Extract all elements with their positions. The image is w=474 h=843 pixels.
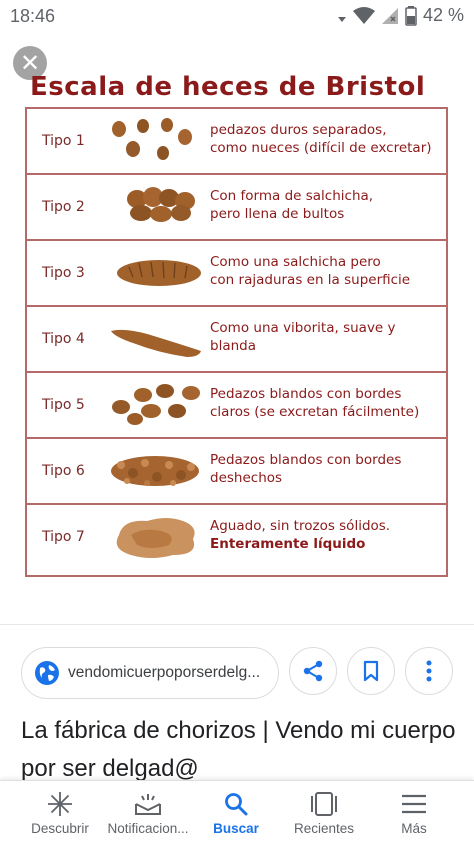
row-label: Tipo 1 bbox=[42, 133, 85, 149]
type1-stool-illustration bbox=[112, 118, 192, 160]
image-title: Escala de heces de Bristol bbox=[30, 72, 426, 102]
description-line: Como una viborita, suave y bbox=[210, 320, 396, 336]
nav-more[interactable]: Más bbox=[367, 781, 461, 843]
type4-stool-illustration bbox=[111, 329, 201, 357]
row-description: Pedazos blandos con bordes claros (se ex… bbox=[210, 385, 445, 421]
share-button[interactable] bbox=[289, 647, 337, 695]
description-line: claros (se excretan fácilmente) bbox=[210, 404, 420, 420]
source-domain: vendomicuerpoporserdelg... bbox=[68, 664, 261, 681]
status-time: 18:46 bbox=[10, 6, 56, 26]
nav-recents[interactable]: Recientes bbox=[277, 781, 371, 843]
type7-stool-illustration bbox=[116, 518, 195, 558]
table-row: Tipo 6 Pedazos blandos con bordes deshec… bbox=[27, 439, 446, 505]
row-label: Tipo 6 bbox=[42, 463, 85, 479]
nav-label: Recientes bbox=[293, 821, 355, 836]
description-line: Pedazos blandos con bordes bbox=[210, 386, 402, 402]
description-line: pero llena de bultos bbox=[210, 206, 345, 222]
description-line: con rajaduras en la superficie bbox=[210, 272, 411, 288]
description-bold-line: Enteramente líquido bbox=[210, 536, 366, 552]
image-viewer[interactable]: ✕ Escala de heces de Bristol Tipo 1 peda… bbox=[0, 34, 474, 624]
nav-label: Descubrir bbox=[31, 821, 89, 836]
table-row: Tipo 5 Pedazos blandos con bordes claros… bbox=[27, 373, 446, 439]
nav-notifications[interactable]: Notificacion... bbox=[101, 781, 195, 843]
status-bar: 18:46 42 % bbox=[0, 0, 474, 34]
more-vert-icon bbox=[426, 660, 432, 682]
row-label: Tipo 3 bbox=[42, 265, 85, 281]
recent-tabs-icon bbox=[311, 792, 337, 816]
table-row: Tipo 7 Aguado, sin trozos sólidos. Enter… bbox=[27, 505, 446, 571]
row-description: Como una viborita, suave y blanda bbox=[210, 319, 445, 355]
bottom-navigation: Descubrir Notificacion... Buscar Recient… bbox=[0, 780, 474, 843]
row-label: Tipo 5 bbox=[42, 397, 85, 413]
type2-stool-illustration bbox=[127, 187, 195, 222]
asterisk-icon bbox=[48, 792, 72, 816]
type5-stool-illustration bbox=[112, 384, 200, 425]
source-link[interactable]: vendomicuerpoporserdelg... bbox=[21, 647, 279, 699]
divider bbox=[0, 624, 474, 625]
row-description: Aguado, sin trozos sólidos. Enteramente … bbox=[210, 517, 445, 553]
table-row: Tipo 4 Como una viborita, suave y blanda bbox=[27, 307, 446, 373]
battery-percent: 42 % bbox=[422, 5, 464, 25]
bookmark-button[interactable] bbox=[347, 647, 395, 695]
description-line: Con forma de salchicha, bbox=[210, 188, 374, 204]
description-line: blanda bbox=[210, 338, 256, 354]
description-line: deshechos bbox=[210, 470, 283, 486]
nav-label: Notificacion... bbox=[107, 821, 189, 836]
share-icon bbox=[303, 660, 323, 682]
row-description: Pedazos blandos con bordes deshechos bbox=[210, 451, 445, 487]
description-line: Pedazos blandos con bordes bbox=[210, 452, 402, 468]
signal-icon bbox=[381, 7, 398, 24]
table-row: Tipo 1 pedazos duros separados, como nue… bbox=[27, 109, 446, 175]
bookmark-icon bbox=[363, 660, 379, 682]
notifications-icon bbox=[135, 794, 161, 815]
row-description: pedazos duros separados, como nueces (di… bbox=[210, 121, 445, 157]
type3-stool-illustration bbox=[117, 260, 201, 286]
table-row: Tipo 2 Con forma de salchicha, pero llen… bbox=[27, 175, 446, 241]
table-row: Tipo 3 Como una salchicha pero con rajad… bbox=[27, 241, 446, 307]
nav-label: Buscar bbox=[213, 821, 259, 836]
more-options-button[interactable] bbox=[405, 647, 453, 695]
status-icons: 42 % bbox=[337, 5, 464, 26]
row-label: Tipo 4 bbox=[42, 331, 85, 347]
row-label: Tipo 2 bbox=[42, 199, 85, 215]
data-arrows-icon bbox=[337, 16, 346, 22]
menu-icon bbox=[402, 794, 426, 814]
description-line: pedazos duros separados, bbox=[210, 122, 387, 138]
result-title[interactable]: La fábrica de chorizos | Vendo mi cuerpo… bbox=[21, 712, 461, 788]
search-icon bbox=[225, 793, 248, 816]
description-line: como nueces (difícil de excretar) bbox=[210, 140, 432, 156]
battery-icon bbox=[405, 5, 417, 26]
globe-icon bbox=[35, 661, 59, 685]
row-label: Tipo 7 bbox=[42, 529, 85, 545]
nav-search[interactable]: Buscar bbox=[189, 781, 283, 843]
type6-stool-illustration bbox=[111, 456, 199, 486]
bristol-table: Tipo 1 pedazos duros separados, como nue… bbox=[25, 107, 448, 577]
row-description: Como una salchicha pero con rajaduras en… bbox=[210, 253, 445, 289]
nav-discover[interactable]: Descubrir bbox=[13, 781, 107, 843]
nav-label: Más bbox=[401, 821, 427, 836]
row-description: Con forma de salchicha, pero llena de bu… bbox=[210, 187, 445, 223]
description-line: Como una salchicha pero bbox=[210, 254, 381, 270]
wifi-icon bbox=[352, 6, 375, 24]
description-line: Aguado, sin trozos sólidos. bbox=[210, 518, 391, 534]
